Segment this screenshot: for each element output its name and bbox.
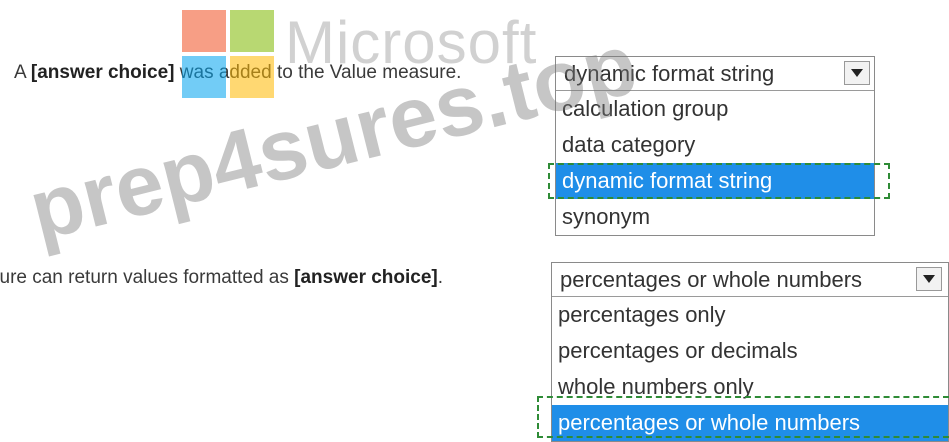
dropdown-2-option[interactable]: whole numbers only xyxy=(552,369,948,405)
chevron-down-icon[interactable] xyxy=(916,267,942,291)
dropdown-2-selected-text: percentages or whole numbers xyxy=(560,267,863,292)
statement-2-placeholder: [answer choice] xyxy=(294,267,438,288)
dropdown-1-option[interactable]: synonym xyxy=(556,199,874,235)
statement-2-after: . xyxy=(437,267,444,288)
statement-2-before: sure can return values formatted as xyxy=(0,267,295,288)
answer-dropdown-2[interactable]: percentages or whole numbers percentages… xyxy=(551,262,949,442)
statement-2: sure can return values formatted as [ans… xyxy=(0,267,443,289)
chevron-down-icon[interactable] xyxy=(844,61,870,85)
dropdown-1-option-selected[interactable]: dynamic format string xyxy=(556,163,874,199)
dropdown-2-option[interactable]: percentages or decimals xyxy=(552,333,948,369)
dropdown-1-option[interactable]: data category xyxy=(556,127,874,163)
statement-1-placeholder: [answer choice] xyxy=(30,62,175,83)
statement-1-before: A xyxy=(14,62,31,83)
dropdown-2-option[interactable]: percentages only xyxy=(552,297,948,333)
microsoft-logo-watermark xyxy=(182,10,274,98)
dropdown-2-selected[interactable]: percentages or whole numbers xyxy=(552,263,948,297)
